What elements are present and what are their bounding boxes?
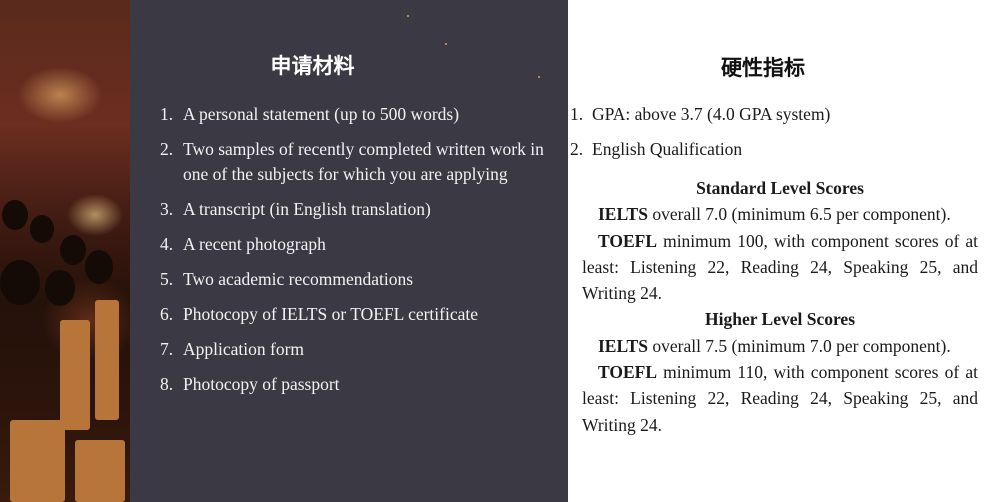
standard-heading: Standard Level Scores (696, 178, 864, 198)
list-item: 2. Two samples of recently completed writ… (160, 139, 544, 184)
list-item: 1. GPA: above 3.7 (4.0 GPA system) (570, 104, 831, 124)
standard-toefl: TOEFL minimum 100, with component scores… (582, 230, 978, 304)
list-item: 5. Two academic recommendations (160, 269, 414, 289)
materials-list: 1. A personal statement (up to 500 words)… (160, 102, 550, 407)
higher-heading: Higher Level Scores (704, 309, 856, 330)
higher-ielts: IELTS overall 7.5 (minimum 7.0 per compo… (598, 335, 951, 356)
list-item: 3. A transcript (in English translation) (160, 199, 431, 219)
english-scores: Standard Level Scores IELTS overall 7.0 … (582, 175, 978, 438)
dining-hall-photo (0, 0, 130, 502)
standard-ielts: IELTS overall 7.0 (minimum 6.5 per compo… (598, 204, 951, 225)
list-item: 8. Photocopy of passport (160, 374, 340, 394)
list-item: 2. English Qualification (570, 139, 743, 159)
requirements-title: 硬性指标 (721, 56, 805, 80)
list-item: 1. A personal statement (up to 500 words) (160, 104, 460, 124)
materials-title: 申请材料 (270, 54, 355, 78)
list-item: 4. A recent photograph (160, 234, 326, 254)
requirements-list: 1. GPA: above 3.7 (4.0 GPA system) 2. Engl… (570, 102, 975, 172)
higher-toefl: TOEFL minimum 110, with component scores… (582, 362, 978, 435)
list-item: 6. Photocopy of IELTS or TOEFL certificat… (160, 304, 479, 324)
list-item: 7. Application form (160, 339, 305, 359)
